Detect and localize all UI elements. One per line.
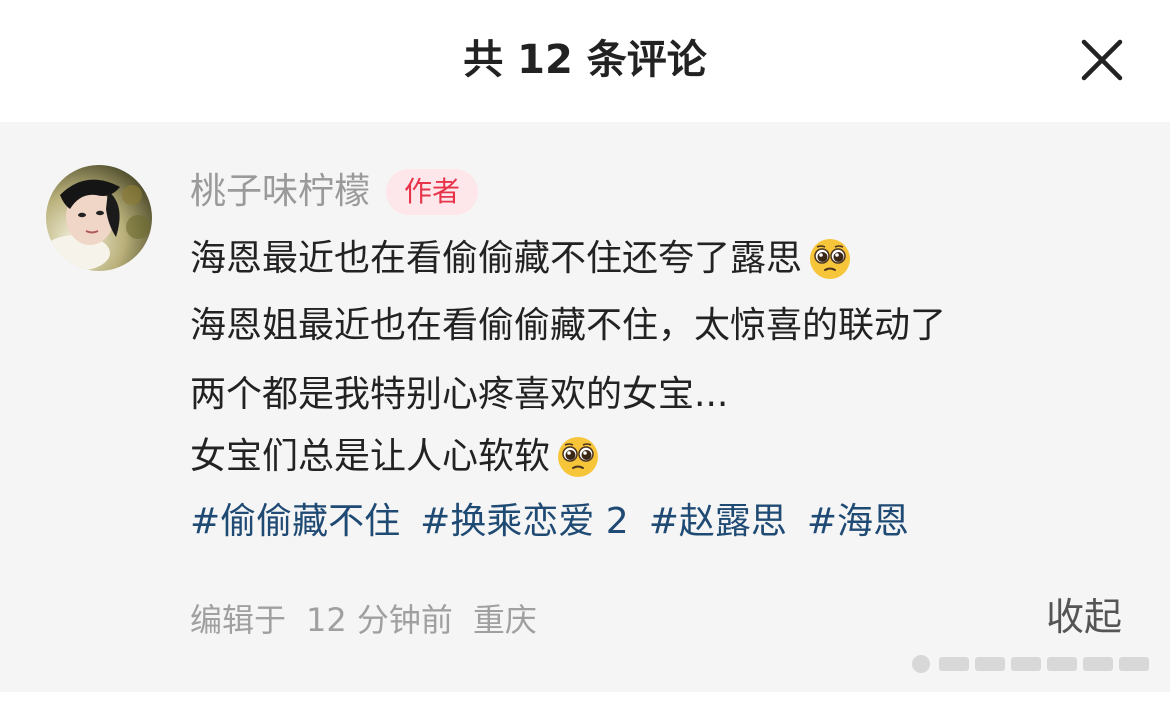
hashtag-link[interactable]: #换乘恋爱 2 — [420, 497, 629, 547]
comment-line-1: 海恩最近也在看偷偷藏不住还夸了露思 — [190, 234, 852, 284]
hashtag-link[interactable]: #赵露思 — [649, 497, 787, 547]
comment-line-2-text: 海恩姐最近也在看偷偷藏不住，太惊喜的联动了 — [190, 305, 947, 346]
close-icon — [1081, 39, 1123, 81]
watermark-logo — [912, 655, 1149, 673]
author-name[interactable]: 桃子味柠檬 — [190, 167, 370, 217]
comment-line-3: 两个都是我特别心疼喜欢的女宝... — [190, 370, 728, 420]
hashtag-row: #偷偷藏不住 #换乘恋爱 2 #赵露思 #海恩 — [190, 497, 929, 547]
avatar[interactable] — [46, 165, 152, 271]
author-row: 桃子味柠檬 作者 — [190, 162, 479, 222]
comment-location: 重庆 — [472, 601, 537, 639]
comment-line-2: 海恩姐最近也在看偷偷藏不住，太惊喜的联动了 — [190, 301, 946, 351]
sheet-header: 共 12 条评论 — [0, 0, 1170, 122]
comments-sheet: 共 12 条评论 桃子味柠檬 作者 海恩最近也在看偷偷藏不住还夸了露思 海恩姐最… — [0, 0, 1170, 707]
hashtag-link[interactable]: #海恩 — [807, 497, 909, 547]
pleading-face-emoji — [810, 239, 851, 279]
comment-card: 桃子味柠檬 作者 海恩最近也在看偷偷藏不住还夸了露思 海恩姐最近也在看偷偷藏不住… — [0, 122, 1170, 692]
collapse-button[interactable]: 收起 — [1046, 592, 1122, 642]
pleading-face-emoji — [558, 437, 599, 477]
comments-count-title: 共 12 条评论 — [463, 37, 707, 83]
comment-line-4-text: 女宝们总是让人心软软 — [190, 436, 551, 477]
comment-time: 12 分钟前 — [306, 601, 453, 639]
comment-line-3-text: 两个都是我特别心疼喜欢的女宝... — [190, 374, 729, 415]
hashtag-link[interactable]: #偷偷藏不住 — [190, 497, 400, 547]
author-badge: 作者 — [386, 169, 479, 215]
comment-line-4: 女宝们总是让人心软软 — [190, 432, 600, 482]
comment-line-1-text: 海恩最近也在看偷偷藏不住还夸了露思 — [190, 238, 803, 279]
comment-meta: 编辑于 12 分钟前 重庆 — [190, 598, 557, 642]
edited-label: 编辑于 — [190, 601, 287, 639]
avatar-image — [46, 165, 152, 271]
close-button[interactable] — [1076, 34, 1128, 86]
